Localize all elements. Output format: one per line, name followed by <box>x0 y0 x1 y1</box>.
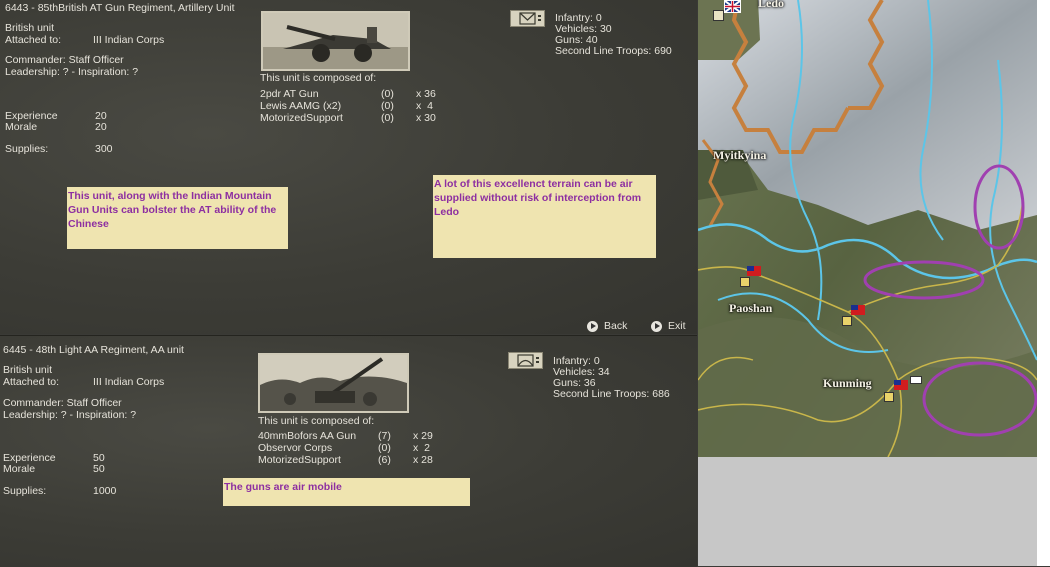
attached-label: Attached to: <box>3 376 60 388</box>
strategic-map[interactable]: Ledo Myitkyina Paoshan Kunming <box>698 0 1037 457</box>
component-dmg: (0) <box>381 88 394 100</box>
composed-label: This unit is composed of: <box>258 415 375 427</box>
component-dmg: (6) <box>378 454 391 466</box>
component-name: MotorizedSupport <box>260 112 343 124</box>
unit-type-icon[interactable] <box>510 10 545 27</box>
supplies-value: 300 <box>95 143 113 155</box>
arrow-right-icon <box>651 320 662 332</box>
unit-title: 6445 - 48th Light AA Regiment, AA unit <box>3 344 184 356</box>
attached-value: III Indian Corps <box>93 376 165 388</box>
component-name: 2pdr AT Gun <box>260 88 319 100</box>
annotation-note: A lot of this excellenct terrain can be … <box>433 175 656 258</box>
chinese-flag-icon[interactable] <box>851 305 865 315</box>
annotation-note: The guns are air mobile <box>223 478 470 506</box>
unit-title: 6443 - 85thBritish AT Gun Regiment, Arti… <box>5 2 235 14</box>
city-label-kunming: Kunming <box>823 376 872 390</box>
component-count: x 4 <box>416 100 433 112</box>
attached-label: Attached to: <box>5 34 62 46</box>
component-name: 40mmBofors AA Gun <box>258 430 357 442</box>
component-dmg: (0) <box>381 100 394 112</box>
supply-marker-icon <box>740 277 750 287</box>
supply-marker-icon <box>884 392 894 402</box>
component-name: MotorizedSupport <box>258 454 341 466</box>
morale-label: Morale <box>3 463 36 475</box>
component-count: x 29 <box>413 430 433 442</box>
component-count: x 30 <box>416 112 436 124</box>
component-name: Observor Corps <box>258 442 333 454</box>
morale-value: 50 <box>93 463 105 475</box>
morale-label: Morale <box>5 121 38 133</box>
stat-second-line: Second Line Troops: 690 <box>555 45 672 57</box>
unit-type-icon[interactable] <box>508 352 543 369</box>
unit-photo-aa-gun <box>258 353 409 413</box>
annotation-note: This unit, along with the Indian Mountai… <box>67 187 288 249</box>
composed-label: This unit is composed of: <box>260 72 377 84</box>
airbase-icon <box>910 376 922 384</box>
component-dmg: (0) <box>378 442 391 454</box>
unit-panel-6443: 6443 - 85thBritish AT Gun Regiment, Arti… <box>0 0 697 334</box>
component-dmg: (7) <box>378 430 391 442</box>
component-name: Lewis AAMG (x2) <box>260 100 342 112</box>
leadership-text: Leadership: ? - Inspiration: ? <box>3 409 137 421</box>
supply-marker-icon <box>842 316 852 326</box>
back-label: Back <box>604 320 628 332</box>
chinese-flag-icon[interactable] <box>747 266 761 276</box>
unit-nationality: British unit <box>3 364 53 376</box>
supplies-label: Supplies: <box>5 143 49 155</box>
attached-value: III Indian Corps <box>93 34 165 46</box>
supply-marker-icon <box>713 10 724 21</box>
leadership-text: Leadership: ? - Inspiration: ? <box>5 66 139 78</box>
component-dmg: (0) <box>381 112 394 124</box>
exit-label: Exit <box>668 320 686 332</box>
back-button[interactable]: Back <box>587 320 627 332</box>
arrow-right-icon <box>587 320 598 332</box>
stat-second-line: Second Line Troops: 686 <box>553 388 670 400</box>
morale-value: 20 <box>95 121 107 133</box>
unit-photo-at-gun <box>261 11 410 71</box>
commander-text: Commander: Staff Officer <box>3 397 122 409</box>
unit-nationality: British unit <box>5 22 55 34</box>
supplies-value: 1000 <box>93 485 117 497</box>
component-count: x 28 <box>413 454 433 466</box>
city-label-ledo: Ledo <box>758 0 785 10</box>
city-label-paoshan: Paoshan <box>729 301 773 315</box>
window-edge <box>1037 0 1050 566</box>
city-label-myitkyina: Myitkyina <box>713 148 767 162</box>
component-count: x 36 <box>416 88 436 100</box>
exit-button[interactable]: Exit <box>651 320 686 332</box>
map-blank-area <box>698 457 1037 566</box>
commander-text: Commander: Staff Officer <box>5 54 124 66</box>
component-count: x 2 <box>413 442 430 454</box>
british-flag-icon[interactable] <box>724 0 741 13</box>
chinese-flag-icon[interactable] <box>894 380 908 390</box>
supplies-label: Supplies: <box>3 485 47 497</box>
unit-panel-6445: 6445 - 48th Light AA Regiment, AA unit B… <box>0 335 697 567</box>
